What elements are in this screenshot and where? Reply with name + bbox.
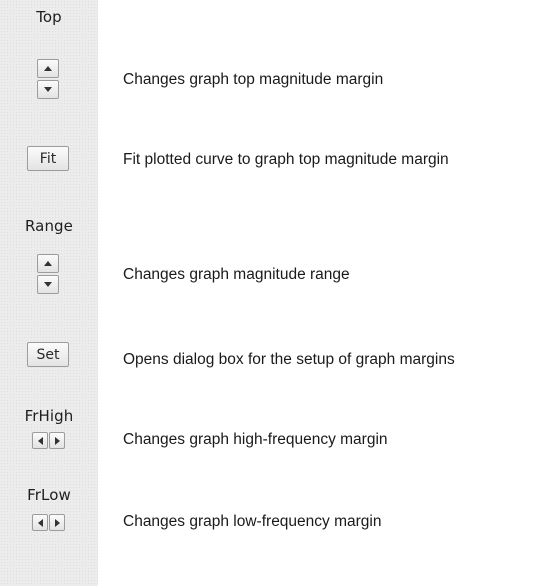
range-description: Changes graph magnitude range: [123, 266, 350, 283]
set-button[interactable]: Set: [27, 342, 69, 367]
up-arrow-icon: [44, 66, 52, 71]
frlow-label: FrLow: [27, 486, 71, 504]
range-up-button[interactable]: [37, 254, 59, 273]
control-strip: Top Fit Range Set FrHigh FrLow: [0, 0, 98, 586]
fit-description: Fit plotted curve to graph top magnitude…: [123, 151, 449, 168]
top-down-button[interactable]: [37, 80, 59, 99]
frlow-description: Changes graph low-frequency margin: [123, 513, 382, 530]
fit-button[interactable]: Fit: [27, 146, 69, 171]
top-up-button[interactable]: [37, 59, 59, 78]
top-label: Top: [36, 8, 62, 26]
left-arrow-icon: [37, 436, 43, 445]
frhigh-left-button[interactable]: [32, 432, 48, 449]
top-description: Changes graph top magnitude margin: [123, 71, 384, 88]
range-down-button[interactable]: [37, 275, 59, 294]
left-arrow-icon: [37, 518, 43, 527]
frhigh-description: Changes graph high-frequency margin: [123, 431, 388, 448]
frlow-right-button[interactable]: [49, 514, 65, 531]
right-arrow-icon: [54, 436, 60, 445]
fit-button-label: Fit: [39, 150, 57, 167]
right-arrow-icon: [54, 518, 60, 527]
down-arrow-icon: [44, 282, 52, 287]
range-label: Range: [24, 217, 74, 235]
frlow-left-button[interactable]: [32, 514, 48, 531]
down-arrow-icon: [44, 87, 52, 92]
frhigh-label: FrHigh: [24, 407, 74, 425]
set-description: Opens dialog box for the setup of graph …: [123, 351, 455, 368]
up-arrow-icon: [44, 261, 52, 266]
set-button-label: Set: [36, 346, 60, 363]
frhigh-right-button[interactable]: [49, 432, 65, 449]
